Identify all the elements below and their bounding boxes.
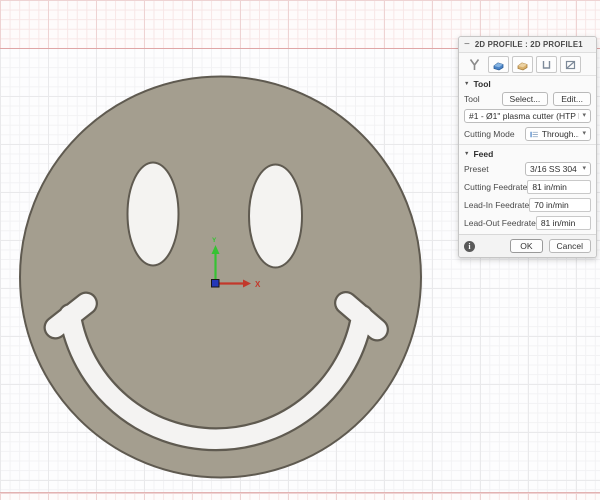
cancel-button[interactable]: Cancel [549,239,591,253]
tool-icon [468,58,481,71]
tool-section-title: Tool [473,79,490,89]
chevron-down-icon: ▾ [582,129,586,139]
tool-dropdown[interactable]: #1 - Ø1" plasma cutter (HTP Mi... ▾ [464,109,591,123]
cutting-mode-label: Cutting Mode [464,129,515,139]
preset-dropdown[interactable]: 3/16 SS 304 ▾ [525,162,591,176]
dialog-tab-bar [459,53,596,76]
dialog-footer: i OK Cancel [459,234,596,257]
cutting-feedrate-label: Cutting Feedrate [464,182,527,192]
passes-icon [540,58,553,71]
cutting-mode-dropdown[interactable]: Through... ▾ [525,127,591,141]
preset-label: Preset [464,164,489,174]
collapse-arrow-icon: ▼ [464,151,469,157]
tab-linking[interactable] [560,56,581,73]
chevron-down-icon: ▾ [582,164,586,174]
tool-section-header[interactable]: ▼ Tool [459,76,596,90]
tab-geometry[interactable] [488,56,509,73]
tool-select-button[interactable]: Select... [502,92,549,106]
cutting-mode-value: Through... [542,129,580,139]
smiley-right-eye-cutout[interactable] [249,165,302,268]
lead-in-feedrate-input[interactable]: 70 in/min [529,198,591,212]
preset-value: 3/16 SS 304 [530,164,577,174]
tab-tool[interactable] [464,56,485,73]
lead-in-feedrate-label: Lead-In Feedrate [464,200,529,210]
minimize-icon[interactable]: − [464,40,470,49]
smiley-face-body[interactable] [20,77,421,478]
chevron-down-icon: ▾ [582,111,586,121]
feed-section-header[interactable]: ▼ Feed [459,146,596,160]
cutting-feedrate-input[interactable]: 81 in/min [527,180,591,194]
dialog-2d-profile: − 2D PROFILE : 2D PROFILE1 [458,36,597,258]
cutting-mode-icon [530,130,539,139]
cam-viewport[interactable]: Y X − 2D PROFILE : 2D PROFILE1 [0,0,600,500]
tool-dropdown-value: #1 - Ø1" plasma cutter (HTP Mi... [469,111,579,121]
ok-button[interactable]: OK [510,239,542,253]
collapse-arrow-icon: ▼ [464,81,469,87]
dialog-header[interactable]: − 2D PROFILE : 2D PROFILE1 [459,37,596,53]
feed-section-title: Feed [473,149,493,159]
lead-out-feedrate-label: Lead-Out Feedrate [464,218,536,228]
y-axis-label: Y [212,237,217,244]
section-divider [459,144,596,145]
dialog-title: 2D PROFILE : 2D PROFILE1 [475,40,583,49]
smiley-left-eye-cutout[interactable] [128,163,179,266]
origin-z-marker [212,280,220,288]
heights-icon [516,58,529,71]
info-icon[interactable]: i [464,241,475,252]
tab-passes[interactable] [536,56,557,73]
lead-out-feedrate-input[interactable]: 81 in/min [536,216,591,230]
linking-icon [564,58,577,71]
x-axis-label: X [255,280,261,289]
tool-label: Tool [464,94,480,104]
tool-edit-button[interactable]: Edit... [553,92,591,106]
geometry-icon [492,58,505,71]
tab-heights[interactable] [512,56,533,73]
